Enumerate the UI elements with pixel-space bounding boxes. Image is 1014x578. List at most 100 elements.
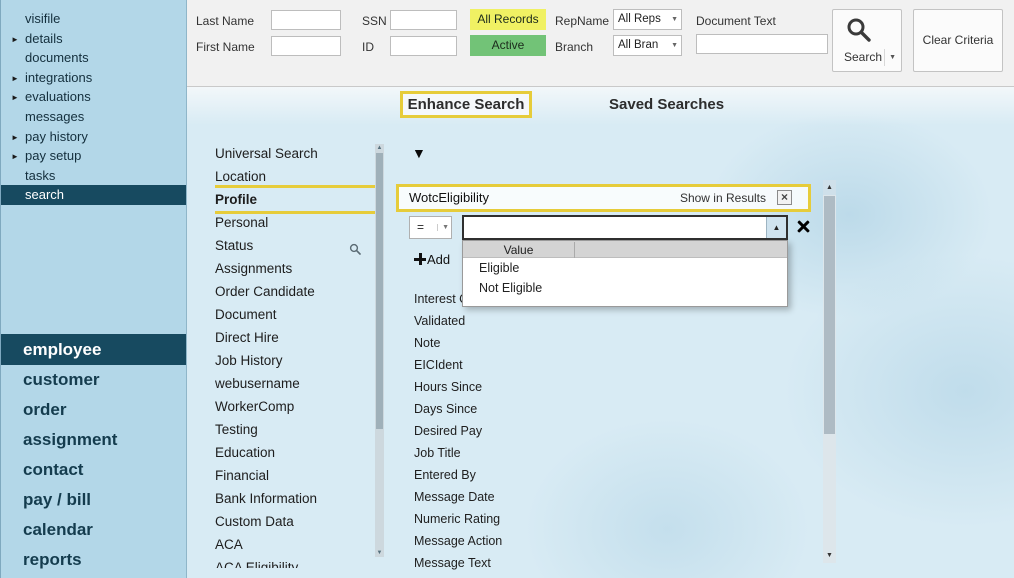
tab-saved-searches[interactable]: Saved Searches (609, 96, 724, 113)
field-item-hours-since[interactable]: Hours Since (414, 376, 624, 398)
active-toggle[interactable]: Active (470, 35, 546, 56)
sidebar-item-messages[interactable]: messages (1, 107, 186, 127)
dropdown-option-not-eligible[interactable]: Not Eligible (463, 278, 787, 298)
remove-filter-button[interactable] (795, 218, 812, 235)
search-button[interactable]: Search ▼ (832, 9, 902, 72)
operator-select[interactable]: = ▼ (409, 216, 452, 239)
search-dropdown-arrow-icon[interactable]: ▼ (884, 49, 900, 66)
all-records-toggle[interactable]: All Records (470, 9, 546, 30)
id-input[interactable] (390, 36, 457, 56)
sidebar-section-contact[interactable]: contact (1, 455, 186, 485)
field-item-message-action[interactable]: Message Action (414, 530, 624, 552)
sidebar-item-search[interactable]: search (1, 185, 186, 205)
sidebar-item-details[interactable]: ► details (1, 29, 186, 49)
chevron-down-icon: ▼ (671, 42, 678, 49)
sidebar-item-pay-history[interactable]: ► pay history (1, 127, 186, 147)
branch-select[interactable]: All Bran ▼ (613, 35, 682, 56)
chevron-down-icon: ▼ (437, 224, 449, 231)
sidebar-item-evaluations[interactable]: ► evaluations (1, 87, 186, 107)
plus-icon (414, 253, 426, 265)
available-fields-list: Interest Codes Validated Note EICIdent H… (414, 288, 624, 574)
sidebar-item-integrations[interactable]: ► integrations (1, 68, 186, 88)
category-item-custom-data[interactable]: Custom Data (215, 510, 375, 533)
category-item-education[interactable]: Education (215, 441, 375, 464)
value-input[interactable] (464, 217, 765, 238)
category-item-order-candidate[interactable]: Order Candidate (215, 280, 375, 303)
category-item-aca[interactable]: ACA (215, 533, 375, 556)
category-scrollbar[interactable]: ▲ ▼ (375, 144, 384, 557)
first-name-label: First Name (196, 40, 255, 54)
sidebar-section-reports[interactable]: reports (1, 545, 186, 575)
field-item-entered-by[interactable]: Entered By (414, 464, 624, 486)
repname-select[interactable]: All Reps ▼ (613, 9, 682, 30)
category-item-bank-information[interactable]: Bank Information (215, 487, 375, 510)
clear-criteria-button[interactable]: Clear Criteria (913, 9, 1003, 72)
document-text-label: Document Text (696, 14, 776, 28)
dropdown-column-header: Value (463, 241, 787, 258)
category-item-webusername[interactable]: webusername (215, 372, 375, 395)
category-item-financial[interactable]: Financial (215, 464, 375, 487)
scroll-up-icon[interactable]: ▲ (375, 145, 384, 151)
category-item-location[interactable]: Location (215, 165, 375, 188)
category-item-direct-hire[interactable]: Direct Hire (215, 326, 375, 349)
category-item-testing[interactable]: Testing (215, 418, 375, 441)
field-item-job-title[interactable]: Job Title (414, 442, 624, 464)
sidebar-item-visifile[interactable]: visifile (1, 9, 186, 29)
expand-arrow-icon: ► (11, 152, 19, 162)
category-scrollbar-thumb[interactable] (376, 153, 383, 429)
category-item-universal-search[interactable]: Universal Search (215, 142, 375, 165)
field-item-note[interactable]: Note (414, 332, 624, 354)
sidebar-item-documents[interactable]: documents (1, 48, 186, 68)
sidebar-section-customer[interactable]: customer (1, 365, 186, 395)
field-item-validated[interactable]: Validated (414, 310, 624, 332)
field-item-eicident[interactable]: EICIdent (414, 354, 624, 376)
category-item-job-history[interactable]: Job History (215, 349, 375, 372)
category-item-assignments[interactable]: Assignments (215, 257, 375, 280)
sidebar: visifile ► details documents ► integration… (1, 0, 187, 578)
chevron-up-icon: ▲ (772, 223, 781, 232)
sidebar-section-calendar[interactable]: calendar (1, 515, 186, 545)
category-item-personal[interactable]: Personal (215, 211, 375, 234)
last-name-input[interactable] (271, 10, 341, 30)
dropdown-option-eligible[interactable]: Eligible (463, 258, 787, 278)
sidebar-item-tasks[interactable]: tasks (1, 166, 186, 186)
sidebar-nav: visifile ► details documents ► integration… (1, 9, 186, 205)
search-criteria-bar: Last Name First Name SSN ID All Records … (187, 0, 1014, 87)
scroll-down-icon[interactable]: ▼ (823, 548, 836, 563)
ssn-input[interactable] (390, 10, 457, 30)
scroll-up-icon[interactable]: ▲ (823, 180, 836, 195)
results-scrollbar-thumb[interactable] (824, 196, 835, 434)
combo-dropdown-button[interactable]: ▲ (766, 217, 786, 238)
expand-arrow-icon: ► (11, 93, 19, 103)
field-item-message-text[interactable]: Message Text (414, 552, 624, 574)
expand-arrow-icon: ► (11, 73, 19, 83)
show-in-results-label: Show in Results (679, 191, 766, 205)
sidebar-item-pay-setup[interactable]: ► pay setup (1, 146, 186, 166)
category-list: Universal Search Location Profile Person… (215, 142, 375, 568)
show-in-results-checkbox[interactable]: × (777, 190, 792, 205)
category-item-document[interactable]: Document (215, 303, 375, 326)
results-scrollbar[interactable]: ▲ ▼ (823, 180, 836, 563)
scroll-down-icon[interactable]: ▼ (375, 550, 384, 556)
field-item-days-since[interactable]: Days Since (414, 398, 624, 420)
add-criteria-button[interactable]: Add (414, 251, 450, 269)
sidebar-section-pay-bill[interactable]: pay / bill (1, 485, 186, 515)
field-item-numeric-rating[interactable]: Numeric Rating (414, 508, 624, 530)
field-item-message-date[interactable]: Message Date (414, 486, 624, 508)
first-name-input[interactable] (271, 36, 341, 56)
category-item-aca-eligibility[interactable]: ACA Eligibility (215, 556, 375, 568)
field-item-desired-pay[interactable]: Desired Pay (414, 420, 624, 442)
category-item-status[interactable]: Status (215, 234, 375, 257)
sidebar-section-order[interactable]: order (1, 395, 186, 425)
search-workspace: Enhance Search Saved Searches Universal … (187, 87, 1014, 578)
expand-arrow-icon: ► (11, 34, 19, 44)
sidebar-section-employee[interactable]: employee (1, 334, 186, 365)
sidebar-section-assignment[interactable]: assignment (1, 425, 186, 455)
tab-enhance-search[interactable]: Enhance Search (400, 91, 532, 118)
category-item-workercomp[interactable]: WorkerComp (215, 395, 375, 418)
category-item-profile[interactable]: Profile (215, 185, 375, 214)
value-combobox[interactable]: ▲ (462, 215, 788, 240)
document-text-input[interactable] (696, 34, 828, 54)
filter-triangle-icon[interactable]: ▼ (412, 145, 426, 161)
repname-label: RepName (555, 14, 610, 28)
